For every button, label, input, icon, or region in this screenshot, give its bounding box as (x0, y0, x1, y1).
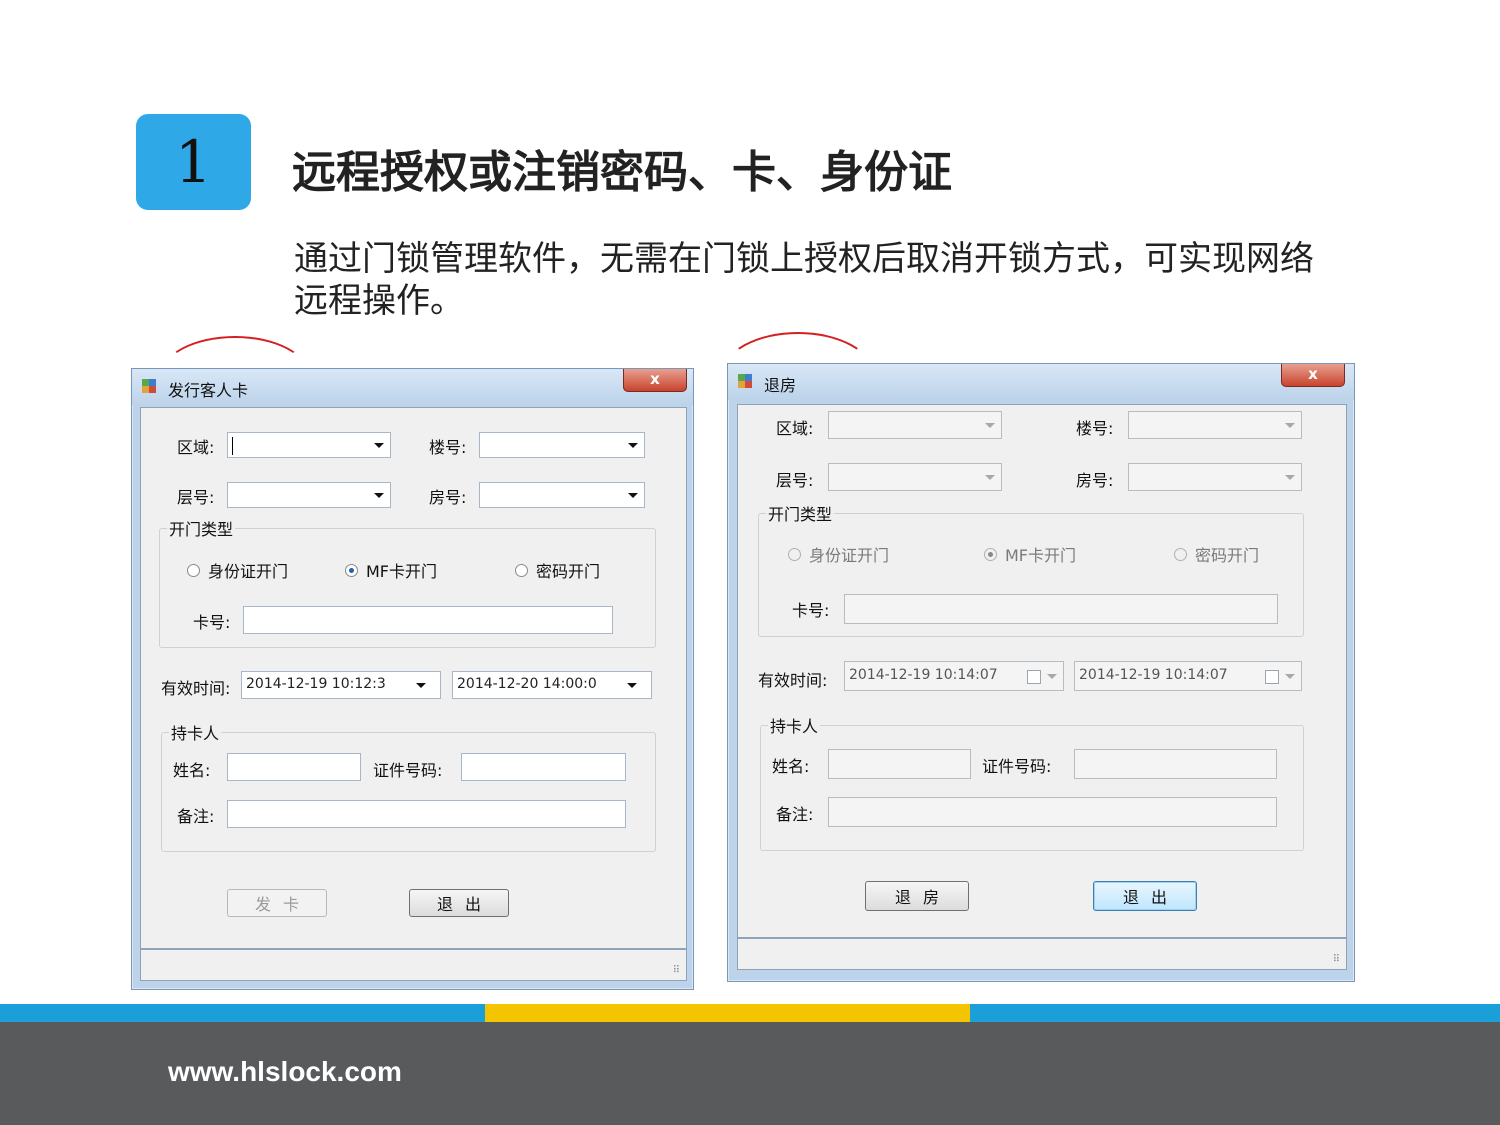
radio-id-card-open[interactable]: 身份证开门 (187, 558, 288, 582)
client-area: 区域: 楼号: 层号: 房号: 开门类型 身份证开门 MF卡开门 密码开门 卡号… (737, 404, 1347, 938)
slide-description: 通过门锁管理软件，无需在门锁上授权后取消开锁方式，可实现网络远程操作。 (294, 239, 1314, 321)
chevron-down-icon (374, 443, 384, 448)
card-number-label: 卡号: (792, 601, 830, 620)
name-label: 姓名: (772, 757, 810, 776)
chevron-down-icon (416, 683, 426, 688)
chevron-down-icon (627, 683, 637, 688)
id-number-input[interactable] (461, 753, 626, 781)
radio-password-open[interactable]: 密码开门 (1174, 542, 1259, 566)
card-number-label: 卡号: (193, 613, 231, 632)
radio-dot (187, 563, 200, 577)
floor-label: 层号: (177, 488, 215, 507)
radio-dot (788, 547, 801, 561)
valid-time-label: 有效时间: (161, 679, 231, 698)
slide-title: 远程授权或注销密码、卡、身份证 (292, 147, 952, 198)
open-type-group-label: 开门类型 (766, 501, 835, 525)
floor-select[interactable] (227, 482, 391, 508)
calendar-icon (1027, 670, 1041, 684)
id-number-input[interactable] (1074, 749, 1277, 779)
footer-yellow-bar (485, 1004, 970, 1022)
open-type-group-label: 开门类型 (167, 516, 236, 540)
status-bar: ⠿ (140, 949, 687, 981)
remark-label: 备注: (177, 807, 215, 826)
chevron-down-icon (985, 475, 995, 480)
chevron-down-icon (1285, 674, 1295, 679)
client-area: 区域: 楼号: 层号: 房号: 开门类型 身份证开门 MF卡开门 密码开门 卡号… (140, 407, 687, 949)
area-label: 区域: (776, 419, 814, 438)
area-label: 区域: (177, 438, 215, 457)
end-time-picker[interactable]: 2014-12-20 14:00:0 (452, 671, 652, 699)
exit-button[interactable]: 退出 (409, 889, 509, 917)
app-icon (142, 379, 158, 395)
name-input[interactable] (828, 749, 971, 779)
close-icon[interactable]: x (623, 369, 687, 392)
card-holder-group-label: 持卡人 (169, 720, 222, 744)
id-number-label: 证件号码: (373, 761, 443, 780)
area-select[interactable] (227, 432, 391, 458)
building-select[interactable] (479, 432, 645, 458)
status-bar: ⠿ (737, 938, 1347, 970)
text-cursor (232, 437, 233, 455)
radio-password-open[interactable]: 密码开门 (515, 558, 600, 582)
radio-mf-card-open[interactable]: MF卡开门 (345, 558, 437, 582)
issue-card-button[interactable]: 发卡 (227, 889, 327, 917)
name-input[interactable] (227, 753, 361, 781)
step-number-badge: 1 (136, 114, 251, 210)
radio-dot-selected (984, 547, 997, 561)
building-select[interactable] (1128, 411, 1302, 439)
card-number-input[interactable] (844, 594, 1278, 624)
floor-select[interactable] (828, 463, 1002, 491)
card-holder-group (161, 732, 656, 852)
issue-card-window: 发行客人卡 x 区域: 楼号: 层号: 房号: 开门类型 身份证开门 MF卡开门… (131, 368, 694, 990)
room-select[interactable] (479, 482, 645, 508)
valid-time-label: 有效时间: (758, 671, 828, 690)
radio-mf-card-open[interactable]: MF卡开门 (984, 542, 1076, 566)
chevron-down-icon (1285, 423, 1295, 428)
radio-dot-selected (345, 563, 358, 577)
building-label: 楼号: (1076, 419, 1114, 438)
remark-input[interactable] (227, 800, 626, 828)
red-annotation-arc (160, 336, 310, 416)
checkout-button[interactable]: 退房 (865, 881, 969, 911)
radio-dot (1174, 547, 1187, 561)
chevron-down-icon (628, 443, 638, 448)
building-label: 楼号: (429, 438, 467, 457)
room-label: 房号: (429, 488, 467, 507)
chevron-down-icon (985, 423, 995, 428)
card-holder-group-label: 持卡人 (768, 713, 821, 737)
end-time-picker[interactable]: 2014-12-19 10:14:07 (1074, 661, 1302, 691)
card-number-input[interactable] (243, 606, 613, 634)
calendar-icon (1265, 670, 1279, 684)
radio-dot (515, 563, 528, 577)
resize-grip-icon[interactable]: ⠿ (1333, 954, 1340, 965)
chevron-down-icon (374, 493, 384, 498)
red-annotation-arc (722, 332, 874, 416)
remark-input[interactable] (828, 797, 1277, 827)
remark-label: 备注: (776, 805, 814, 824)
website-link[interactable]: www.hlslock.com (168, 1056, 402, 1088)
radio-id-card-open[interactable]: 身份证开门 (788, 542, 889, 566)
chevron-down-icon (1047, 674, 1057, 679)
area-select[interactable] (828, 411, 1002, 439)
id-number-label: 证件号码: (982, 757, 1052, 776)
card-holder-group (760, 725, 1304, 851)
start-time-picker[interactable]: 2014-12-19 10:14:07 (844, 661, 1064, 691)
start-time-picker[interactable]: 2014-12-19 10:12:3 (241, 671, 441, 699)
floor-label: 层号: (776, 471, 814, 490)
exit-button[interactable]: 退出 (1093, 881, 1197, 911)
room-label: 房号: (1076, 471, 1114, 490)
name-label: 姓名: (173, 761, 211, 780)
checkout-window: 退房 x 区域: 楼号: 层号: 房号: 开门类型 身份证开门 MF卡开门 密码… (727, 363, 1355, 982)
chevron-down-icon (1285, 475, 1295, 480)
close-icon[interactable]: x (1281, 364, 1345, 387)
room-select[interactable] (1128, 463, 1302, 491)
resize-grip-icon[interactable]: ⠿ (673, 965, 680, 976)
chevron-down-icon (628, 493, 638, 498)
